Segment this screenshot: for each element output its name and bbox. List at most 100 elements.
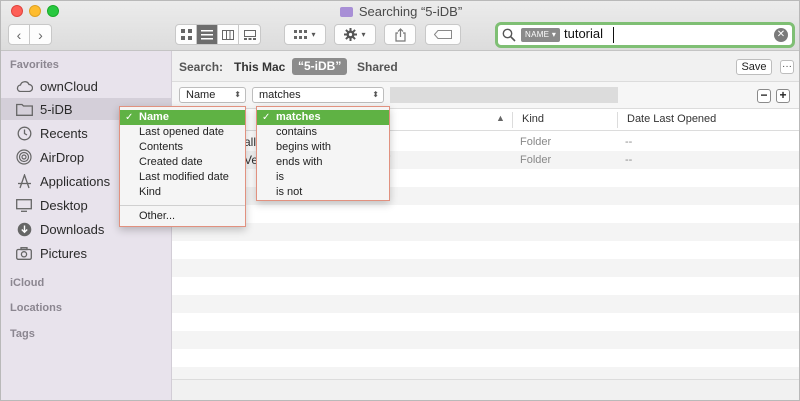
chevron-down-icon: ▾ [361, 30, 366, 39]
tag-icon [434, 30, 452, 39]
clear-search-button[interactable]: ✕ [774, 28, 788, 42]
window-title: Searching “5-iDB” [1, 4, 799, 19]
remove-criterion-button[interactable]: − [757, 89, 771, 103]
sidebar-heading-icloud: iCloud [10, 277, 45, 289]
columns-icon [222, 29, 234, 40]
empty-row [172, 205, 799, 223]
icon-view-button[interactable] [176, 25, 197, 44]
menu-item-created-date[interactable]: Created date [120, 155, 245, 170]
menu-item-kind[interactable]: Kind [120, 185, 245, 200]
chevron-down-icon: ▾ [311, 30, 316, 39]
empty-row [172, 331, 799, 349]
share-icon [394, 27, 406, 42]
checkmark-icon: ✓ [125, 112, 134, 123]
search-input[interactable]: tutorial [564, 26, 603, 41]
scope-this-mac[interactable]: This Mac [234, 60, 285, 74]
empty-row [172, 295, 799, 313]
add-criterion-button[interactable]: + [776, 89, 790, 103]
desktop-icon [15, 197, 33, 213]
sidebar-item-label: Pictures [40, 245, 87, 261]
cloud-icon [15, 78, 33, 94]
sidebar-heading-locations: Locations [10, 302, 62, 314]
folder-icon [339, 7, 353, 17]
airdrop-icon [15, 149, 33, 165]
menu-divider [120, 205, 245, 206]
save-search-button[interactable]: Save [736, 59, 772, 75]
search-token[interactable]: NAME ▾ [521, 28, 561, 42]
updown-arrows-icon: ⬍ [372, 90, 379, 99]
group-icon [294, 29, 308, 39]
scope-label: Search: [179, 60, 224, 74]
empty-row [172, 223, 799, 241]
chevron-down-icon: ▾ [551, 30, 557, 39]
path-bar [172, 379, 799, 400]
view-mode-control [175, 24, 261, 45]
navigation-buttons: ‹ › [8, 24, 52, 45]
menu-item-other[interactable]: Other... [120, 209, 245, 224]
column-header-kind[interactable]: Kind [522, 113, 544, 125]
column-separator[interactable] [512, 112, 513, 128]
chevron-right-icon: › [38, 26, 43, 43]
checkmark-icon: ✓ [262, 112, 271, 123]
back-button[interactable]: ‹ [9, 25, 30, 44]
operator-popup[interactable]: matches ⬍ [252, 87, 384, 103]
sidebar-item-owncloud[interactable]: ownCloud [1, 75, 172, 97]
folder-icon [15, 101, 33, 117]
sidebar-item-label: Desktop [40, 197, 88, 213]
attribute-menu: ✓ Name Last opened date Contents Created … [119, 106, 246, 227]
empty-row [172, 349, 799, 367]
gallery-view-button[interactable] [239, 25, 260, 44]
more-button[interactable]: ··· [780, 60, 794, 74]
criteria-value-field[interactable] [390, 87, 618, 103]
search-scope-bar: Search: This Mac “5-iDB” Shared Save ··· [172, 51, 799, 82]
search-field[interactable]: NAME ▾ tutorial ✕ [495, 22, 795, 48]
menu-item-contains[interactable]: contains [257, 125, 389, 140]
sidebar-item-label: ownCloud [40, 78, 98, 94]
column-header-date-last-opened[interactable]: Date Last Opened [627, 113, 716, 125]
row-date: -- [625, 136, 633, 148]
operator-menu: ✓ matches contains begins with ends with … [256, 106, 390, 201]
text-cursor [613, 27, 614, 43]
menu-item-last-modified-date[interactable]: Last modified date [120, 170, 245, 185]
empty-row [172, 277, 799, 295]
action-button[interactable]: ▾ [334, 24, 376, 45]
empty-row [172, 313, 799, 331]
camera-icon [15, 245, 33, 261]
edit-tags-button[interactable] [425, 24, 461, 45]
row-date: -- [625, 154, 633, 166]
menu-item-is-not[interactable]: is not [257, 185, 389, 200]
applications-icon [15, 173, 33, 189]
group-button[interactable]: ▾ [284, 24, 326, 45]
updown-arrows-icon: ⬍ [234, 90, 241, 99]
attribute-popup-label: Name [186, 89, 216, 101]
attribute-popup[interactable]: Name ⬍ [179, 87, 246, 103]
menu-item-contents[interactable]: Contents [120, 140, 245, 155]
menu-item-ends-with[interactable]: ends with [257, 155, 389, 170]
menu-item-label: Name [139, 111, 169, 123]
menu-item-begins-with[interactable]: begins with [257, 140, 389, 155]
list-view-button[interactable] [197, 25, 218, 44]
column-view-button[interactable] [218, 25, 239, 44]
sidebar-item-label: Applications [40, 173, 111, 189]
toolbar: Searching “5-iDB” ‹ › ▾ ▾ NAME ▾ tutoria… [1, 1, 799, 51]
menu-item-is[interactable]: is [257, 170, 389, 185]
row-kind: Folder [520, 136, 552, 148]
scope-shared[interactable]: Shared [357, 60, 398, 74]
sidebar-item-label: Downloads [40, 221, 105, 237]
menu-item-matches[interactable]: ✓ matches [257, 110, 389, 125]
forward-button[interactable]: › [30, 25, 51, 44]
search-token-label: NAME [525, 30, 550, 39]
menu-item-label: matches [276, 111, 321, 123]
menu-item-name[interactable]: ✓ Name [120, 110, 245, 125]
search-criteria-bar: Name ⬍ matches ⬍ − + [172, 82, 799, 109]
empty-row [172, 259, 799, 277]
column-separator[interactable] [617, 112, 618, 128]
sidebar-item-label: AirDrop [40, 149, 85, 165]
sidebar-item-pictures[interactable]: Pictures [1, 242, 172, 264]
share-button[interactable] [384, 24, 416, 45]
operator-popup-label: matches [259, 89, 301, 101]
sort-ascending-icon[interactable]: ▲ [496, 113, 505, 123]
search-icon [502, 28, 516, 42]
menu-item-last-opened-date[interactable]: Last opened date [120, 125, 245, 140]
scope-current-folder[interactable]: “5-iDB” [292, 58, 348, 75]
